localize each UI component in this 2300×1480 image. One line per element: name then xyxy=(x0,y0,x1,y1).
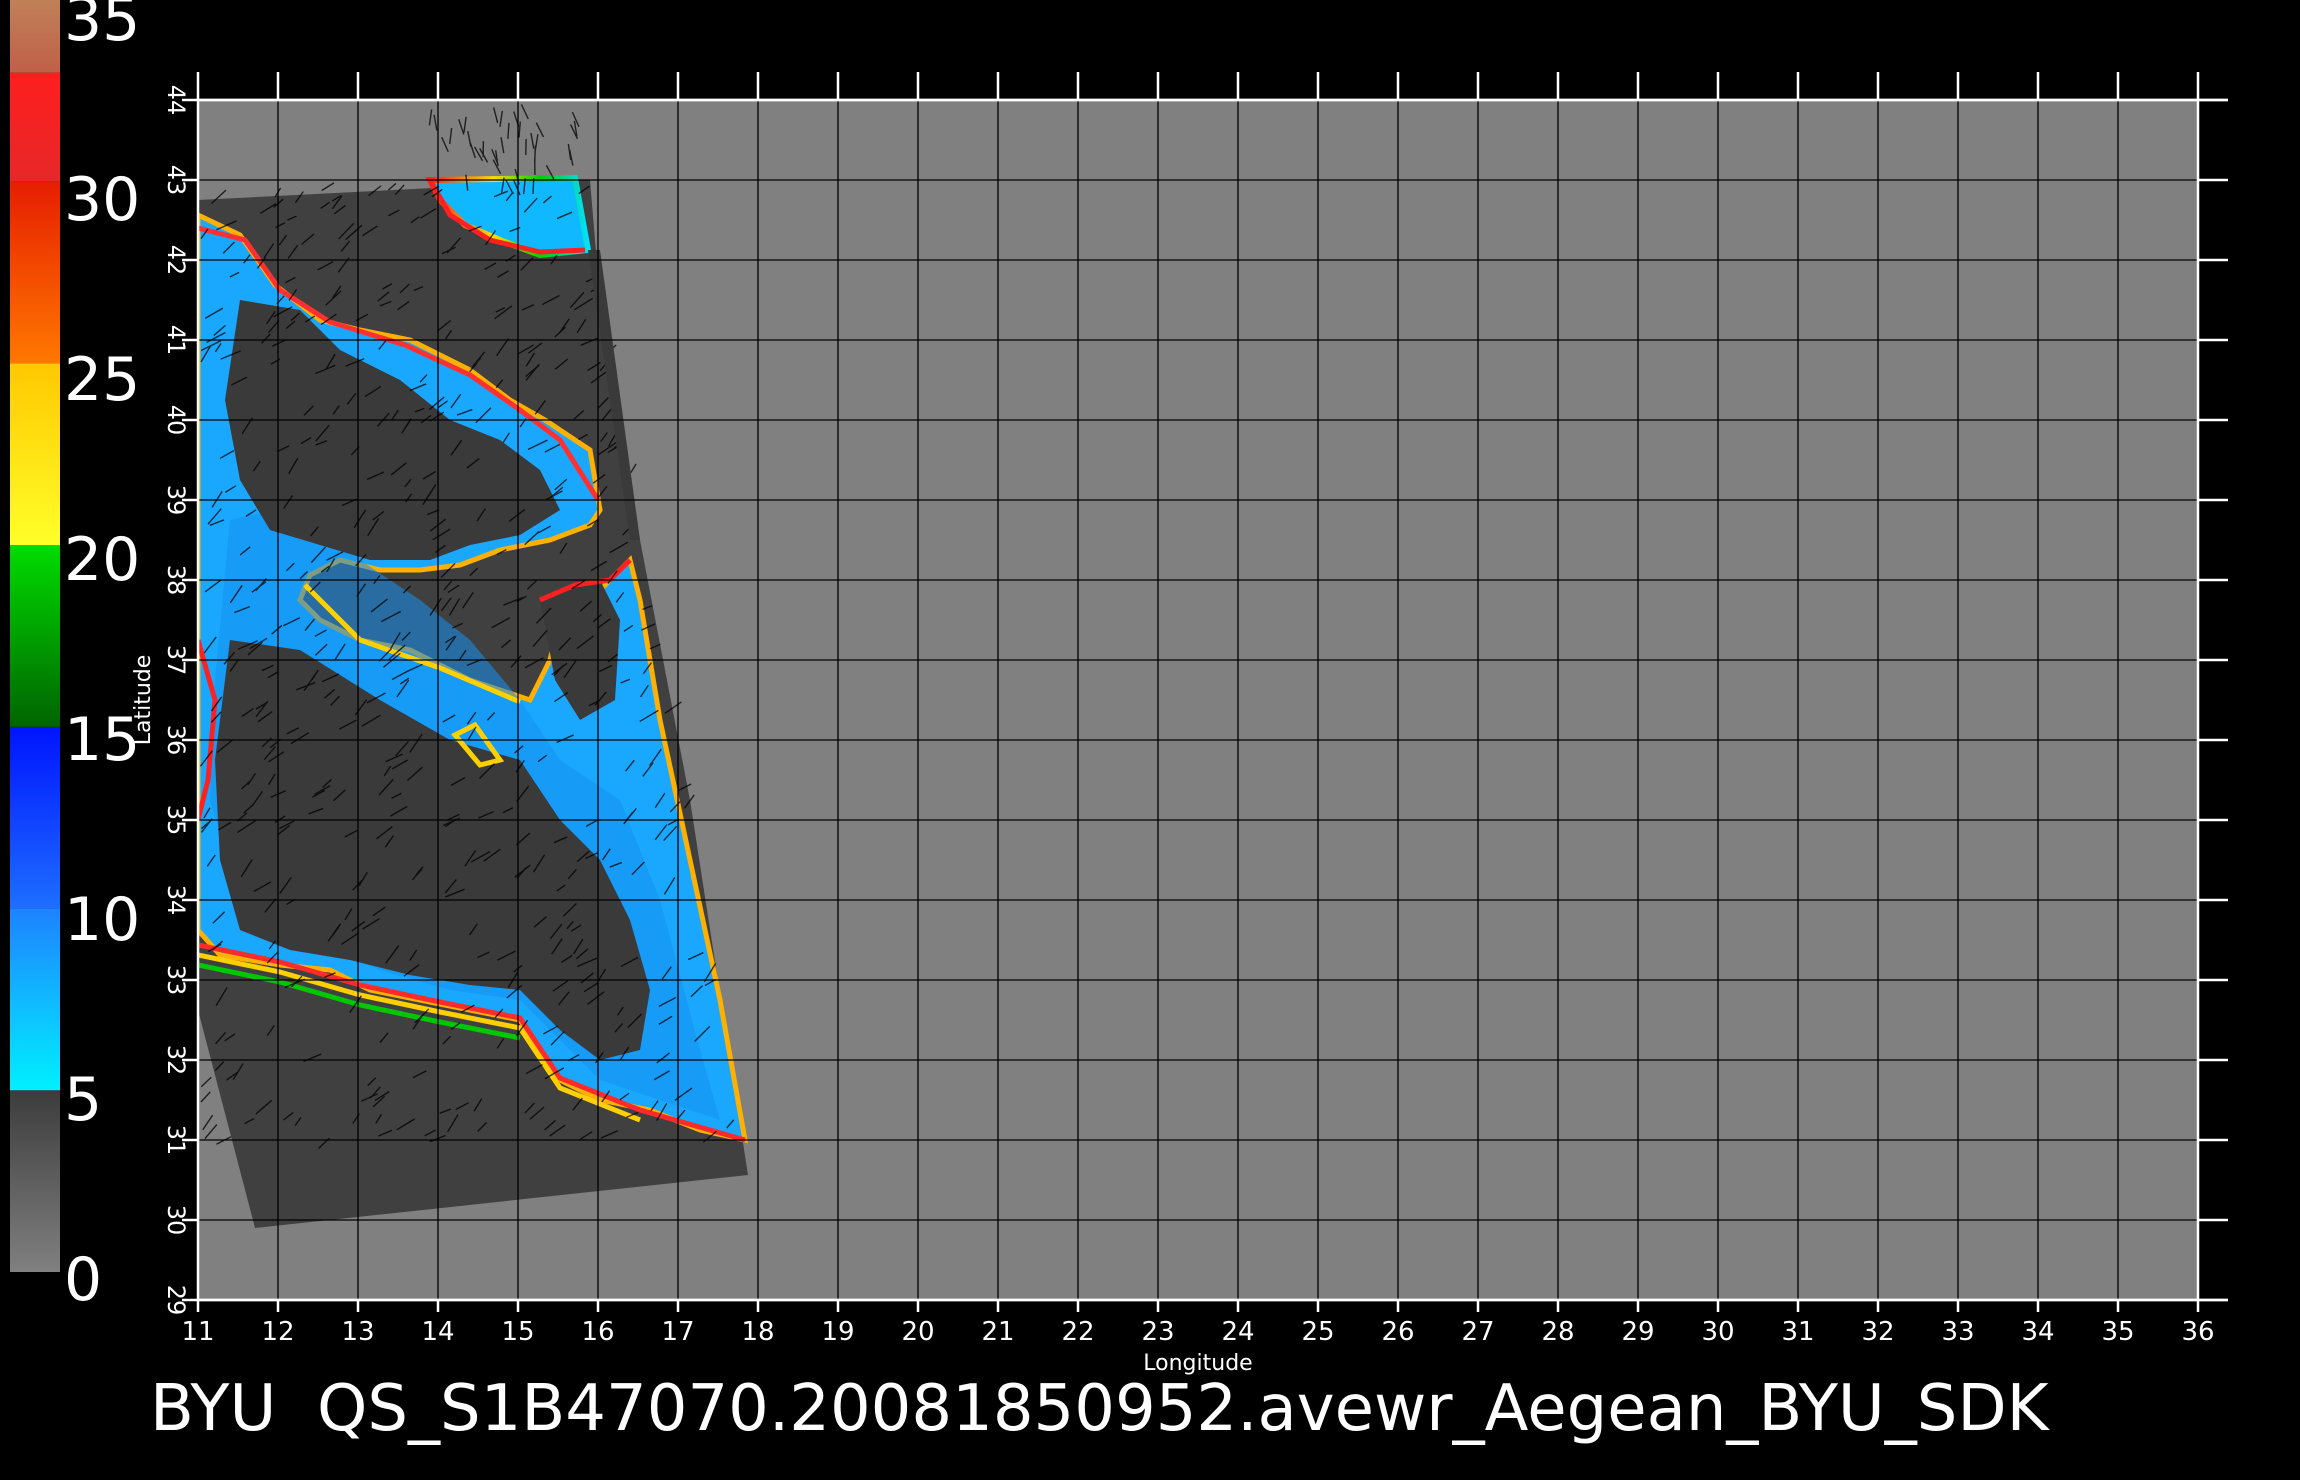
lon-tick-label: 23 xyxy=(1141,1317,1174,1347)
colorbar-segment xyxy=(10,726,60,909)
colorbar-tick-label: 20 xyxy=(64,525,140,595)
lon-tick-label: 27 xyxy=(1461,1317,1494,1347)
lon-tick-label: 24 xyxy=(1221,1317,1254,1347)
lat-tick-label: 44 xyxy=(162,85,190,116)
wind-vector xyxy=(534,145,537,162)
lat-tick-label: 39 xyxy=(162,485,190,516)
lon-tick-label: 18 xyxy=(741,1317,774,1347)
lat-tick-label: 42 xyxy=(162,245,190,276)
colorbar-tick-label: 35 xyxy=(64,0,140,55)
lat-tick-label: 43 xyxy=(162,165,190,196)
colorbar-tick-label: 30 xyxy=(64,165,140,235)
lon-tick-label: 31 xyxy=(1781,1317,1814,1347)
colorbar: 35 30 25 20 15 10 5 0 xyxy=(10,0,140,1315)
lon-tick-label: 28 xyxy=(1541,1317,1574,1347)
lon-tick-label: 32 xyxy=(1861,1317,1894,1347)
lat-tick-label: 34 xyxy=(162,885,190,916)
lon-tick-label: 12 xyxy=(261,1317,294,1347)
lon-tick-label: 15 xyxy=(501,1317,534,1347)
lon-tick-label: 35 xyxy=(2101,1317,2134,1347)
colorbar-segment xyxy=(10,72,60,182)
lat-tick-label: 29 xyxy=(162,1285,190,1316)
wind-map-figure: 35 30 25 20 15 10 5 0 11 12 13 14 15 16 … xyxy=(10,0,2228,1446)
lon-tick-label: 21 xyxy=(981,1317,1014,1347)
lat-tick-label: 31 xyxy=(162,1125,190,1156)
colorbar-segment xyxy=(10,1090,60,1272)
colorbar-segment xyxy=(10,545,60,727)
lat-tick-label: 30 xyxy=(162,1205,190,1236)
lat-tick-label: 37 xyxy=(162,645,190,676)
lon-tick-label: 22 xyxy=(1061,1317,1094,1347)
colorbar-tick-label: 10 xyxy=(64,885,140,955)
lon-tick-label: 36 xyxy=(2181,1317,2214,1347)
footer-title: BYU QS_S1B47070.20081850952.avewr_Aegean… xyxy=(150,1372,2051,1446)
lon-tick-label: 20 xyxy=(901,1317,934,1347)
lat-tick-label: 36 xyxy=(162,725,190,756)
colorbar-segment xyxy=(10,0,60,73)
lon-tick-label: 34 xyxy=(2021,1317,2054,1347)
lon-tick-label: 19 xyxy=(821,1317,854,1347)
colorbar-tick-label: 5 xyxy=(64,1065,102,1135)
y-axis-label: Latitude xyxy=(131,655,156,746)
lon-tick-label: 25 xyxy=(1301,1317,1334,1347)
lon-tick-label: 17 xyxy=(661,1317,694,1347)
colorbar-segment xyxy=(10,181,60,364)
colorbar-tick-label: 0 xyxy=(64,1245,102,1315)
lat-tick-label: 32 xyxy=(162,1045,190,1076)
map-panel: 11 12 13 14 15 16 17 18 19 20 21 22 23 24 25 26 27 28 29 30… xyxy=(131,72,2228,1376)
lon-tick-label: 16 xyxy=(581,1317,614,1347)
lon-tick-label: 13 xyxy=(341,1317,374,1347)
colorbar-segment xyxy=(10,363,60,546)
colorbar-segment xyxy=(10,908,60,1091)
lat-tick-label: 41 xyxy=(162,325,190,356)
lat-tick-label: 33 xyxy=(162,965,190,996)
lon-tick-label: 33 xyxy=(1941,1317,1974,1347)
lat-tick-label: 40 xyxy=(162,405,190,436)
lon-tick-label: 30 xyxy=(1701,1317,1734,1347)
lat-tick-label: 38 xyxy=(162,565,190,596)
colorbar-tick-label: 15 xyxy=(64,705,140,775)
colorbar-tick-label: 25 xyxy=(64,345,140,415)
lon-tick-label: 14 xyxy=(421,1317,454,1347)
lat-tick-label: 35 xyxy=(162,805,190,836)
lon-tick-label: 29 xyxy=(1621,1317,1654,1347)
lon-tick-label: 11 xyxy=(181,1317,214,1347)
lon-tick-label: 26 xyxy=(1381,1317,1414,1347)
